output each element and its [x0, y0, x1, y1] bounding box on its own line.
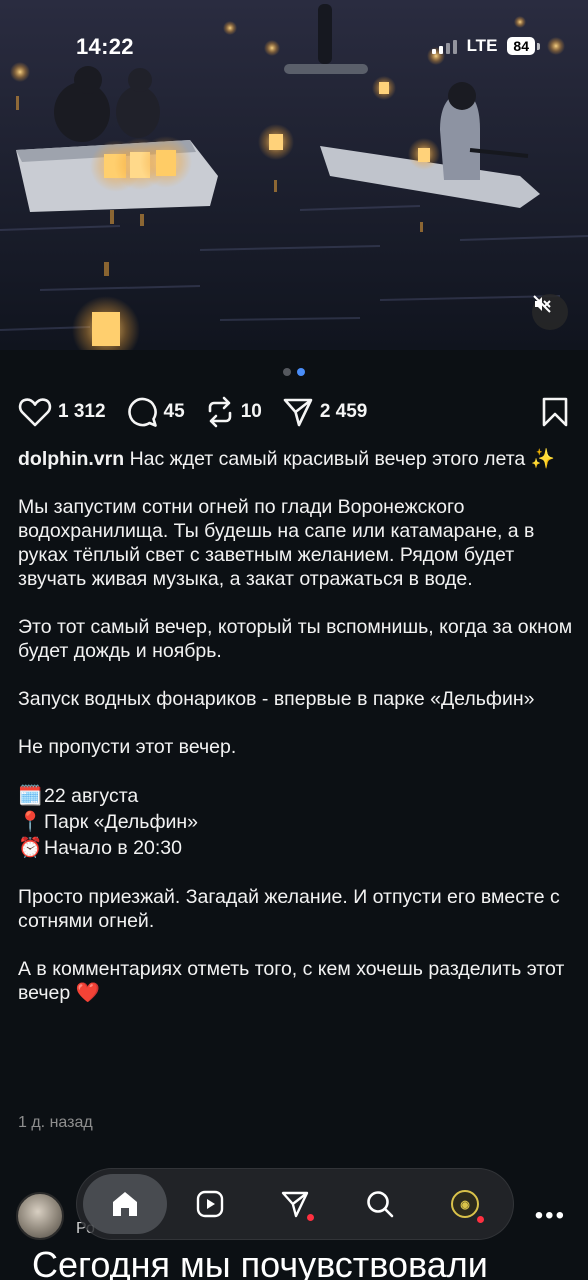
caption-paragraph: Мы запустим сотни огней по глади Воронеж… [18, 496, 535, 590]
signal-icon [431, 38, 457, 54]
bottom-nav: ◉ [76, 1168, 514, 1240]
speaker-muted-icon[interactable] [532, 294, 568, 330]
next-post-avatar[interactable] [16, 1192, 64, 1240]
heart-icon [18, 398, 52, 427]
notification-dot [307, 1214, 314, 1221]
battery-tip [537, 42, 540, 50]
more-options-icon[interactable]: ••• [535, 1202, 566, 1230]
repost-count[interactable]: 10 [241, 401, 262, 423]
caption-paragraph: Просто приезжай. Загадай желание. И отпу… [18, 886, 560, 932]
share-count[interactable]: 2 459 [320, 401, 368, 423]
notification-dot [477, 1216, 484, 1223]
nav-profile[interactable]: ◉ [423, 1174, 507, 1234]
post-media[interactable]: 14:22 LTE 84 [0, 0, 588, 350]
carousel-dot-active [297, 368, 305, 376]
pin-icon: 📍 [18, 811, 43, 833]
detail-time: ⏰Начало в 20:30 [18, 835, 574, 861]
nav-reels[interactable] [168, 1174, 252, 1234]
post-timestamp: 1 д. назад [18, 1114, 93, 1131]
caption-first-line: Нас ждет самый красивый вечер этого лета… [129, 448, 555, 470]
detail-place-text: Парк «Дельфин» [44, 811, 198, 833]
caption-paragraph: А в комментариях отметь того, с кем хоче… [18, 958, 565, 1004]
carousel-indicator [0, 368, 588, 376]
comment-count[interactable]: 45 [164, 401, 185, 423]
direct-icon [281, 1191, 309, 1218]
calendar-icon: 🗓️ [18, 785, 43, 807]
detail-time-text: Начало в 20:30 [44, 837, 182, 859]
nav-search[interactable] [338, 1174, 422, 1234]
network-type: LTE [466, 36, 498, 55]
repost-icon [208, 396, 231, 428]
comment-button[interactable]: 45 [126, 396, 185, 428]
status-indicators: LTE 84 [431, 36, 540, 56]
share-button[interactable]: 2 459 [282, 396, 368, 428]
repost-button[interactable]: 10 [205, 396, 262, 428]
post-actions: 1 312 45 10 2 459 [18, 394, 570, 430]
battery-icon: 84 [507, 37, 535, 55]
home-icon [113, 1192, 137, 1216]
next-post-overlay-text: Сегодня мы почувствовали [32, 1244, 488, 1280]
carousel-dot [283, 368, 291, 376]
bookmark-icon [542, 397, 568, 427]
send-icon [283, 398, 313, 427]
post-caption: dolphin.vrn Нас ждет самый красивый вече… [18, 447, 574, 1005]
alarm-clock-icon: ⏰ [18, 837, 43, 859]
caption-paragraph: Не пропусти этот вечер. [18, 736, 237, 758]
profile-avatar: ◉ [451, 1190, 479, 1218]
caption-paragraph: Запуск водных фонариков - впервые в парк… [18, 688, 535, 710]
like-button[interactable]: 1 312 [18, 396, 106, 428]
like-count[interactable]: 1 312 [58, 401, 106, 423]
detail-date: 🗓️22 августа [18, 783, 574, 809]
comment-icon [127, 397, 157, 427]
event-details: 🗓️22 августа 📍Парк «Дельфин» ⏰Начало в 2… [18, 783, 574, 861]
nav-direct[interactable] [253, 1174, 337, 1234]
detail-place: 📍Парк «Дельфин» [18, 809, 574, 835]
reels-icon [196, 1190, 224, 1218]
save-button[interactable] [540, 396, 570, 428]
caption-paragraph: Это тот самый вечер, который ты вспомниш… [18, 616, 573, 662]
nav-home[interactable] [83, 1174, 167, 1234]
status-time: 14:22 [76, 34, 134, 59]
detail-date-text: 22 августа [44, 785, 139, 807]
post-username[interactable]: dolphin.vrn [18, 448, 124, 470]
search-icon [367, 1191, 394, 1218]
